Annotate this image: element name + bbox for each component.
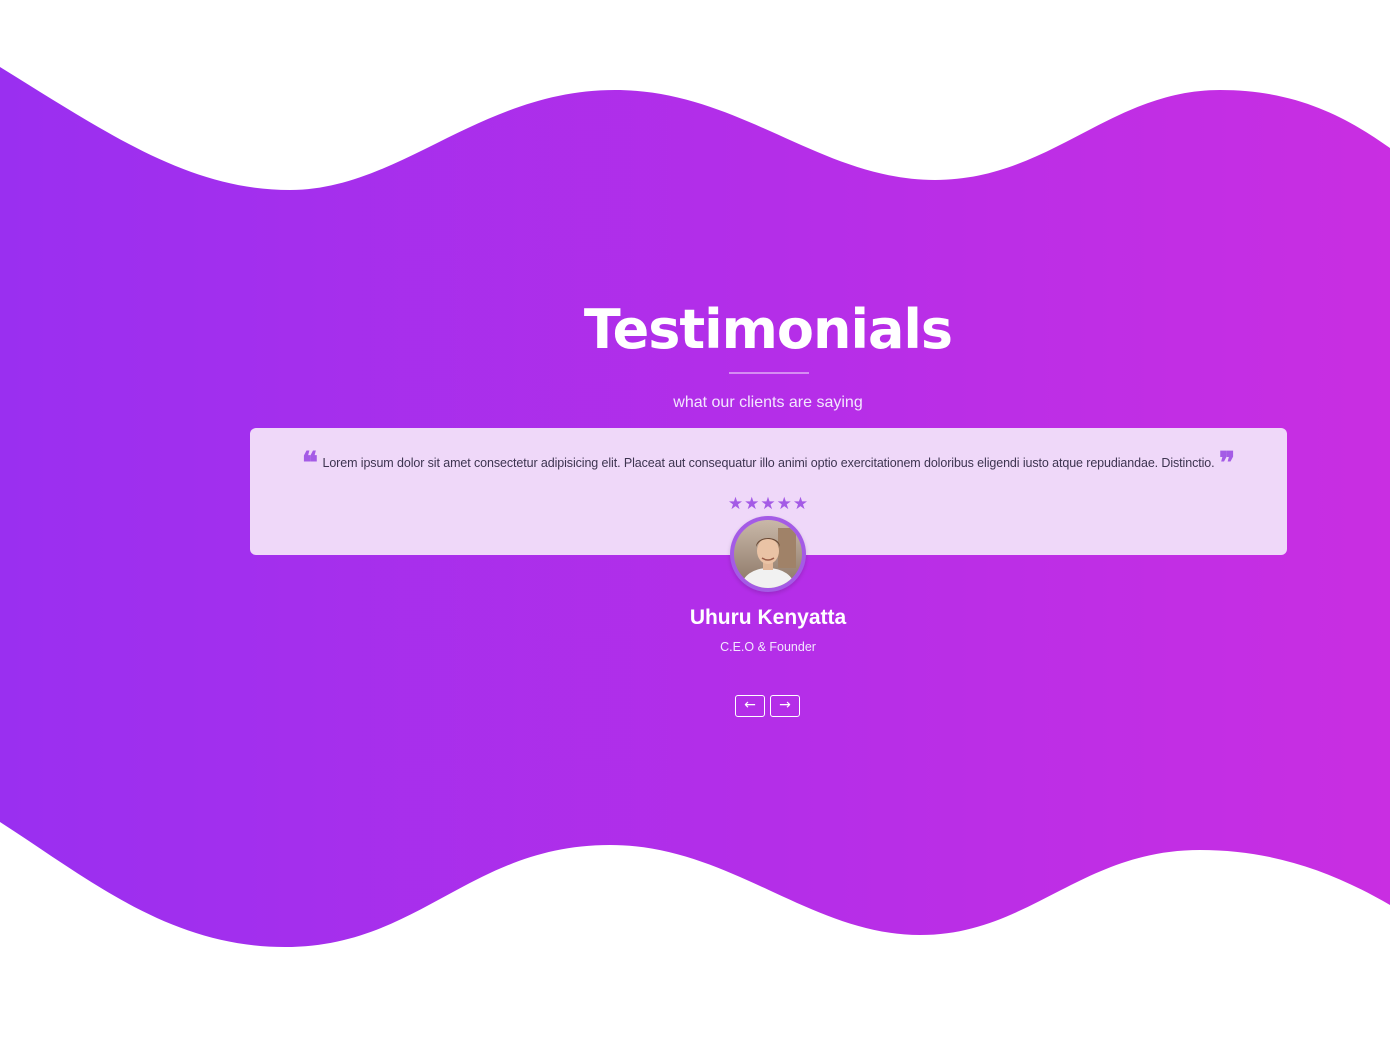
person-avatar-icon [734, 520, 802, 588]
arrow-left-icon: ← [744, 697, 756, 713]
quote-close-icon: ❞ [1218, 446, 1236, 481]
prev-button[interactable]: ← [735, 695, 765, 717]
author-name: Uhuru Kenyatta [689, 606, 847, 629]
next-button[interactable]: → [770, 695, 800, 717]
testimonial-text: Lorem ipsum dolor sit amet consectetur a… [322, 455, 1215, 470]
testimonial-quote: ❝ Lorem ipsum dolor sit amet consectetur… [250, 446, 1287, 481]
star-rating: ★★★★★ [727, 494, 810, 513]
title-underline [729, 372, 809, 374]
section-subtitle: what our clients are saying [673, 394, 863, 411]
avatar [730, 516, 806, 592]
quote-open-icon: ❝ [301, 446, 319, 481]
arrow-right-icon: → [779, 697, 791, 713]
author-role: C.E.O & Founder [720, 640, 816, 654]
page-title: Testimonials [583, 298, 953, 361]
testimonials-section: Testimonials what our clients are saying… [0, 0, 1390, 1044]
